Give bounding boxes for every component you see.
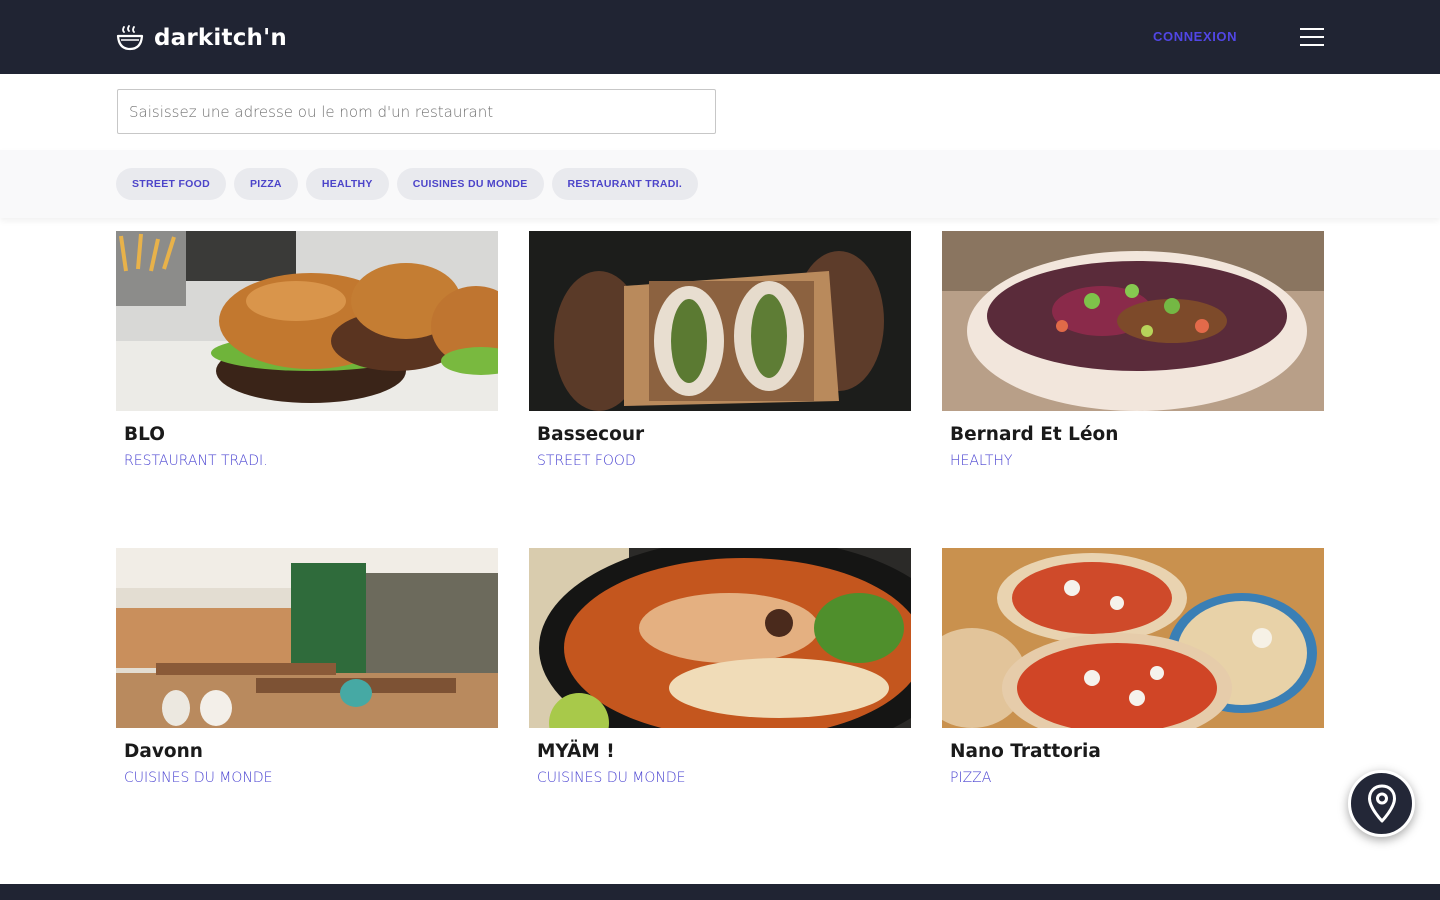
restaurant-photo <box>116 548 498 728</box>
restaurant-category: PIZZA <box>950 770 992 786</box>
restaurant-name: Davonn <box>124 741 203 762</box>
restaurant-card[interactable]: Bassecour STREET FOOD <box>529 231 911 548</box>
restaurant-name: Bassecour <box>537 424 645 445</box>
login-link[interactable]: CONNEXION <box>1153 29 1237 44</box>
filter-chip-restaurant-tradi[interactable]: RESTAURANT TRADI. <box>551 168 699 200</box>
restaurant-category: CUISINES DU MONDE <box>537 770 686 786</box>
restaurant-grid: BLO RESTAURANT TRADI. Bassecour STREET F… <box>116 231 1324 865</box>
restaurant-name: MYÄM ! <box>537 741 615 762</box>
restaurant-photo <box>942 548 1324 728</box>
restaurant-card[interactable]: Nano Trattoria PIZZA <box>942 548 1324 865</box>
restaurant-name: BLO <box>124 424 165 445</box>
restaurant-name: Bernard Et Léon <box>950 424 1119 445</box>
category-filter-bar: STREET FOOD PIZZA HEALTHY CUISINES DU MO… <box>0 150 1440 218</box>
hamburger-icon[interactable] <box>1300 28 1324 46</box>
restaurant-photo <box>529 548 911 728</box>
footer <box>0 884 1440 900</box>
filter-chip-cuisines-du-monde[interactable]: CUISINES DU MONDE <box>396 168 544 200</box>
restaurant-category: RESTAURANT TRADI. <box>124 453 268 469</box>
filter-chip-pizza[interactable]: PIZZA <box>233 168 298 200</box>
logo-text: darkitch'n <box>154 25 287 51</box>
map-view-button[interactable] <box>1348 770 1415 837</box>
restaurant-category: CUISINES DU MONDE <box>124 770 273 786</box>
restaurant-photo <box>116 231 498 411</box>
logo[interactable]: darkitch'n <box>116 24 287 52</box>
restaurant-card[interactable]: BLO RESTAURANT TRADI. <box>116 231 498 548</box>
restaurant-card[interactable]: Bernard Et Léon HEALTHY <box>942 231 1324 548</box>
search-input[interactable] <box>117 89 716 134</box>
restaurant-category: STREET FOOD <box>537 453 636 469</box>
filter-chip-healthy[interactable]: HEALTHY <box>305 168 389 200</box>
bowl-logo-icon <box>116 25 144 51</box>
map-pin-icon <box>1367 784 1396 822</box>
top-navbar: darkitch'n CONNEXION <box>0 0 1440 74</box>
restaurant-name: Nano Trattoria <box>950 741 1101 762</box>
restaurant-card[interactable]: MYÄM ! CUISINES DU MONDE <box>529 548 911 865</box>
restaurant-photo <box>529 231 911 411</box>
restaurant-category: HEALTHY <box>950 453 1013 469</box>
restaurant-photo <box>942 231 1324 411</box>
restaurant-card[interactable]: Davonn CUISINES DU MONDE <box>116 548 498 865</box>
filter-chip-street-food[interactable]: STREET FOOD <box>116 168 226 200</box>
